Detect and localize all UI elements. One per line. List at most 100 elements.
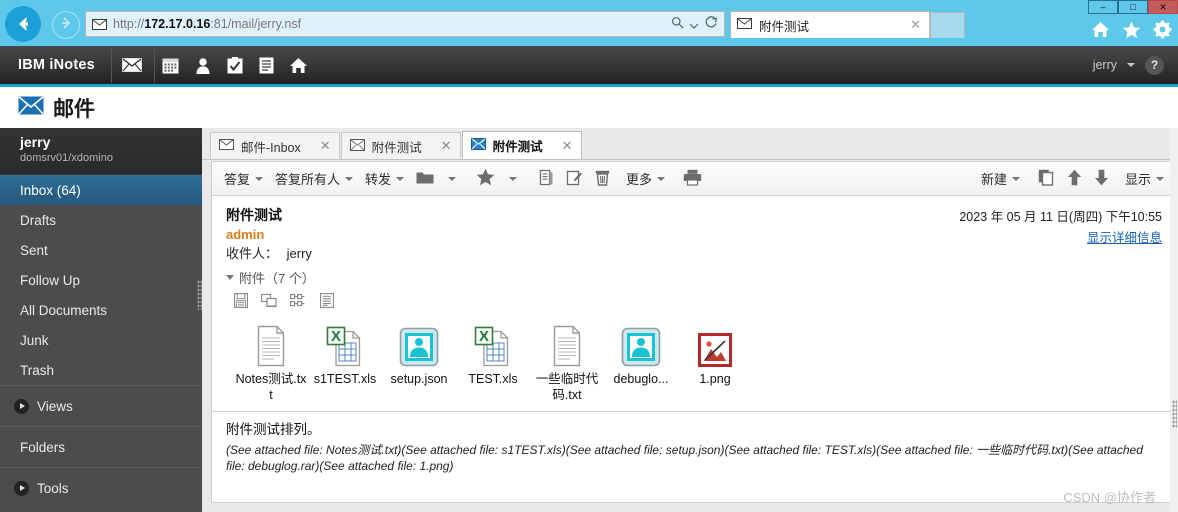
sidebar-item-trash[interactable]: Trash	[0, 355, 202, 385]
sidebar-user-name: jerry	[20, 134, 51, 150]
mail-icon	[737, 18, 752, 32]
chevron-down-icon[interactable]	[448, 176, 457, 181]
mail-icon	[18, 95, 44, 120]
previous-button[interactable]	[1061, 166, 1088, 192]
tab-attachment-test-1[interactable]: 附件测试 ✕	[340, 132, 461, 159]
attachment-name: 一些临时代码.txt	[535, 372, 599, 402]
browser-tab[interactable]: 附件测试 ✕	[730, 11, 930, 38]
forward-label: 转发	[365, 172, 392, 187]
sidebar-group-label: Tools	[37, 480, 69, 496]
chevron-down-icon[interactable]	[1011, 176, 1020, 181]
forward-button[interactable]	[52, 11, 80, 39]
new-button[interactable]: 新建	[975, 166, 1026, 192]
search-icon[interactable]	[671, 16, 684, 34]
sidebar-item-inbox[interactable]: Inbox (64)	[0, 175, 202, 205]
tab-label: 附件测试	[371, 140, 422, 155]
mail-icon[interactable]	[116, 48, 148, 83]
tasks-icon[interactable]	[219, 48, 251, 83]
sidebar-user-server: domsrv01/xdomino	[20, 152, 113, 164]
tab-mail-inbox[interactable]: 邮件-Inbox ✕	[210, 132, 340, 159]
chevron-down-icon[interactable]	[1156, 176, 1164, 181]
delete-button[interactable]	[589, 166, 616, 192]
chevron-down-icon[interactable]	[345, 176, 354, 181]
expand-arrow-icon[interactable]	[14, 480, 29, 496]
tab-close-icon[interactable]: ✕	[308, 138, 331, 154]
sidebar-item-drafts[interactable]: Drafts	[0, 205, 202, 235]
tab-close-icon[interactable]: ✕	[429, 138, 452, 154]
browser-tab-close-icon[interactable]: ✕	[908, 17, 923, 33]
attachment-list: Notes测试.txt X s1TEST.xls setup.json X TE…	[234, 319, 1162, 403]
sidebar-item-all-documents[interactable]: All Documents	[0, 295, 202, 325]
view-icon[interactable]	[260, 293, 277, 313]
svg-text:X: X	[479, 328, 489, 345]
contacts-icon[interactable]	[187, 48, 219, 83]
star-icon[interactable]	[1122, 21, 1141, 44]
next-button[interactable]	[1088, 166, 1115, 192]
details-icon[interactable]	[319, 292, 335, 313]
calendar-icon[interactable]	[155, 48, 187, 83]
trash-icon	[595, 169, 610, 189]
chevron-down-icon[interactable]	[396, 176, 405, 181]
address-bar[interactable]: http://172.17.0.16:81/mail/jerry.nsf	[85, 11, 725, 37]
gear-icon[interactable]	[1153, 20, 1172, 44]
attachment-item[interactable]: 1.png	[678, 319, 752, 403]
attachment-item[interactable]: 一些临时代码.txt	[530, 319, 604, 403]
expand-arrow-icon[interactable]	[14, 398, 29, 414]
move-to-folder-button[interactable]	[410, 166, 462, 192]
refresh-icon[interactable]	[704, 15, 718, 34]
attachments-header[interactable]: 附件（7 个）	[226, 268, 1162, 287]
collapse-triangle-icon[interactable]	[226, 275, 234, 280]
show-button[interactable]: 显示	[1119, 166, 1170, 192]
sidebar-item-follow-up[interactable]: Follow Up	[0, 265, 202, 295]
save-icon[interactable]	[233, 292, 249, 313]
attachment-item[interactable]: setup.json	[382, 319, 456, 403]
attachment-name: TEST.xls	[468, 372, 518, 386]
sidebar-group-folders[interactable]: Folders	[0, 427, 202, 467]
back-button[interactable]	[5, 6, 41, 42]
follow-up-button[interactable]	[470, 166, 523, 192]
browser-command-bar	[1091, 20, 1172, 44]
user-menu[interactable]: jerry	[1093, 58, 1117, 72]
sidebar-group-views[interactable]: Views	[0, 386, 202, 426]
attachment-item[interactable]: X s1TEST.xls	[308, 319, 382, 403]
content-divider	[212, 411, 1176, 412]
chevron-down-icon[interactable]	[509, 176, 518, 181]
reply-all-button[interactable]: 答复所有人	[269, 166, 359, 192]
home-icon[interactable]	[1091, 21, 1110, 43]
chevron-down-icon[interactable]	[657, 176, 666, 181]
show-details-link[interactable]: 显示详细信息	[1087, 227, 1162, 246]
forward-button[interactable]: 转发	[359, 166, 410, 192]
main-scrollbar[interactable]	[1170, 128, 1178, 512]
help-icon[interactable]: ?	[1145, 55, 1164, 75]
more-label: 更多	[626, 172, 653, 187]
attachment-item[interactable]: debuglo...	[604, 319, 678, 403]
home-icon[interactable]	[283, 48, 315, 83]
main-resize-handle[interactable]	[1172, 400, 1177, 428]
tab-close-icon[interactable]: ✕	[550, 138, 573, 154]
chevron-down-icon[interactable]	[1127, 63, 1135, 67]
browser-chrome: – □ ✕ http://172.17.0.16:81/mail/jerry.n…	[0, 0, 1178, 46]
notebook-icon[interactable]	[251, 48, 283, 83]
search-dropdown-caret[interactable]	[689, 16, 699, 34]
reply-label: 答复	[224, 172, 251, 187]
tab-attachment-test-2[interactable]: 附件测试 ✕	[461, 131, 582, 159]
sidebar-item-sent[interactable]: Sent	[0, 235, 202, 265]
message-sender[interactable]: admin	[226, 225, 1162, 244]
copy-into-button[interactable]	[531, 166, 560, 192]
tab-label: 附件测试	[492, 140, 543, 154]
sidebar-item-junk[interactable]: Junk	[0, 325, 202, 355]
print-button[interactable]	[677, 166, 708, 192]
app-brand: IBM iNotes	[18, 57, 95, 73]
attachment-item[interactable]: Notes测试.txt	[234, 319, 308, 403]
new-tab-button[interactable]	[930, 12, 965, 38]
star-icon	[476, 168, 495, 189]
sidebar-group-tools[interactable]: Tools	[0, 468, 202, 508]
edit-button[interactable]	[560, 166, 589, 192]
attachment-item[interactable]: X TEST.xls	[456, 319, 530, 403]
forward-arrow-icon	[58, 15, 74, 36]
reply-button[interactable]: 答复	[218, 166, 269, 192]
thumbnails-icon[interactable]	[290, 293, 307, 313]
more-button[interactable]: 更多	[620, 166, 671, 192]
copy-button[interactable]	[1032, 166, 1061, 192]
chevron-down-icon[interactable]	[255, 176, 264, 181]
